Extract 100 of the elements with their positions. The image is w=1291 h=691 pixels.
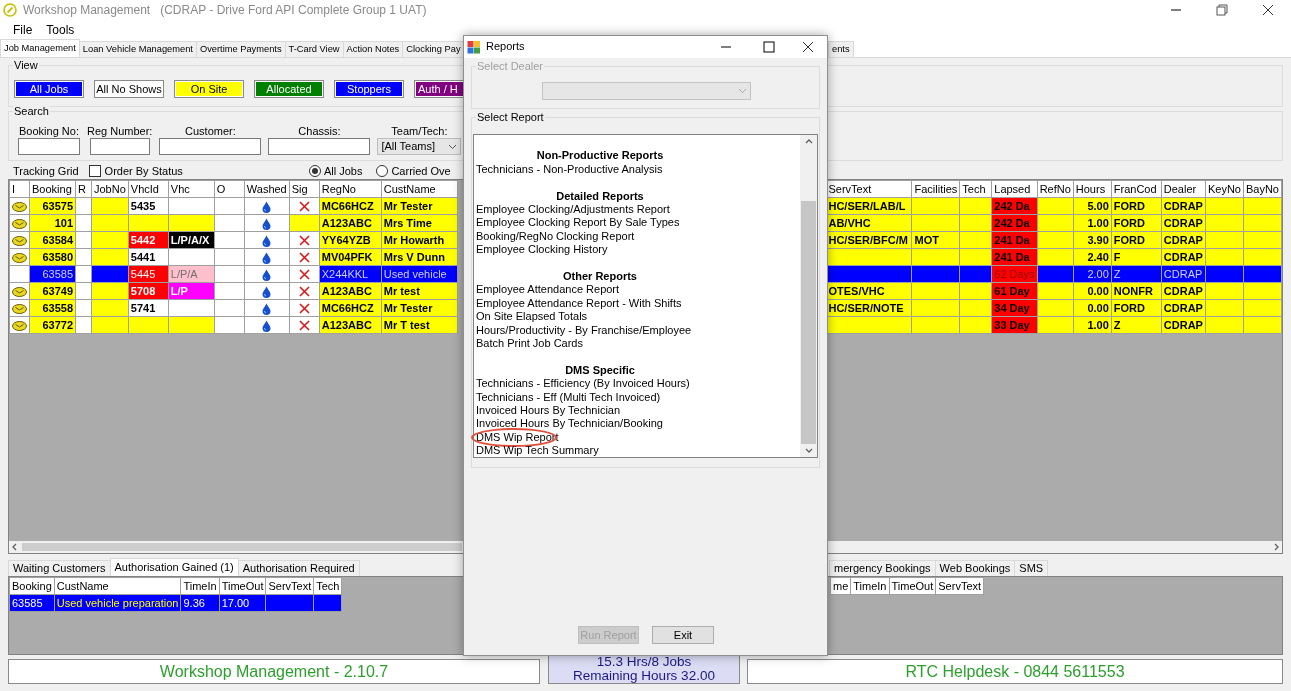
radio-button[interactable]	[308, 165, 321, 178]
radio-button[interactable]	[376, 165, 389, 178]
report-item[interactable]: Employee Clocking/Adjustments Report	[476, 203, 670, 215]
chevron-down-icon	[448, 143, 458, 150]
search-field[interactable]	[268, 138, 371, 156]
column-header[interactable]: ServText	[265, 577, 314, 595]
column-header[interactable]: me	[830, 577, 851, 595]
helpdesk-text: RTC Helpdesk - 0844 5611553	[905, 662, 1125, 682]
report-item[interactable]: Hours/Productivity - By Franchise/Employee	[476, 323, 692, 336]
column-header[interactable]: Vhc	[168, 180, 215, 198]
envelope-icon	[12, 218, 27, 229]
tab[interactable]: Job Management	[0, 39, 80, 57]
column-header[interactable]: Booking	[29, 180, 76, 198]
tab[interactable]: Clocking Pay	[402, 41, 465, 57]
section-heading: DMS Specific	[564, 363, 636, 378]
search-field[interactable]	[18, 138, 80, 156]
tab[interactable]: SMS	[1014, 560, 1049, 577]
report-item[interactable]: Invoiced Hours By Technician/Booking	[476, 417, 663, 430]
checkbox[interactable]	[88, 165, 101, 178]
cross-icon	[298, 286, 310, 298]
column-header[interactable]: RegNo	[319, 180, 382, 198]
team-select[interactable]: [All Teams]	[377, 138, 462, 156]
column-header[interactable]: I	[9, 180, 30, 198]
column-header[interactable]: O	[214, 180, 245, 198]
tab[interactable]: Overtime Payments	[195, 41, 286, 57]
envelope-icon	[12, 235, 27, 246]
cross-icon	[298, 235, 310, 247]
tab[interactable]: mergency Bookings	[829, 560, 936, 577]
column-header[interactable]: KeyNo	[1205, 180, 1244, 198]
cross-icon	[298, 303, 310, 315]
filter-button[interactable]: Allocated	[254, 80, 324, 99]
column-header[interactable]: Booking	[9, 577, 55, 595]
report-item[interactable]: Invoiced Hours By Technician	[476, 404, 621, 417]
tab[interactable]: ents	[828, 41, 854, 57]
report-item[interactable]: Employee Attendance Report - With Shifts	[476, 296, 682, 309]
filter-button[interactable]: All Jobs	[14, 80, 84, 99]
column-header[interactable]: TimeOut	[889, 577, 936, 595]
report-item[interactable]: Booking/RegNo Clocking Report	[476, 229, 635, 242]
drop-icon	[262, 234, 272, 247]
column-header[interactable]: JobNo	[91, 180, 129, 198]
tab[interactable]: T-Card View	[284, 41, 344, 57]
report-icon	[467, 40, 481, 54]
search-field[interactable]	[159, 138, 262, 156]
tab[interactable]: Loan Vehicle Management	[78, 41, 197, 57]
envelope-icon	[12, 320, 27, 331]
dialog-button[interactable]: Exit	[652, 626, 714, 644]
column-header[interactable]: CustName	[54, 577, 181, 595]
window-title: Workshop Management (CDRAP - Drive Ford API Complete Group 1 UAT)	[23, 2, 427, 18]
report-item[interactable]: Employee Clocking History	[476, 243, 608, 256]
hours-text: 15.3 Hrs/8 Jobs	[596, 654, 692, 669]
column-header[interactable]: RefNo	[1037, 180, 1074, 198]
menu-item[interactable]: File	[6, 22, 40, 38]
report-item[interactable]: On Site Elapsed Totals	[476, 310, 588, 323]
report-item[interactable]: Technicians - Efficiency (By Invoiced Hours)	[476, 377, 690, 390]
report-item[interactable]: Batch Print Job Cards	[476, 337, 583, 350]
field-label: Chassis:	[298, 125, 341, 139]
column-header[interactable]: Facilities	[911, 180, 960, 198]
column-header[interactable]: Dealer	[1161, 180, 1206, 198]
column-header[interactable]: TimeIn	[850, 577, 889, 595]
field-label: Booking No:	[19, 125, 79, 139]
drop-icon	[262, 285, 272, 298]
report-item[interactable]: Employee Attendance Report	[476, 283, 620, 296]
report-item[interactable]: Technicians - Non-Productive Analysis	[476, 162, 663, 175]
filter-button[interactable]: Stoppers	[334, 80, 404, 99]
column-header[interactable]: Tech	[313, 577, 342, 595]
column-header[interactable]: Washed	[244, 180, 290, 198]
column-header[interactable]: ServText	[825, 180, 912, 198]
tab[interactable]: Action Notes	[342, 41, 404, 57]
cross-icon	[298, 201, 310, 213]
column-header[interactable]: BayNo	[1243, 180, 1282, 198]
section-heading: Detailed Reports	[555, 189, 645, 203]
column-header[interactable]: FranCod	[1111, 180, 1162, 198]
column-header[interactable]: Sig	[289, 180, 320, 198]
report-item[interactable]: Technicians - Eff (Multi Tech Invoiced)	[476, 390, 661, 403]
column-header[interactable]: ServText	[935, 577, 984, 595]
filter-button[interactable]: All No Shows	[94, 80, 164, 99]
column-header[interactable]: Tech	[959, 180, 992, 198]
column-header[interactable]: Hours	[1073, 180, 1112, 198]
section-heading: Other Reports	[562, 270, 638, 284]
cross-icon	[298, 320, 310, 332]
tab[interactable]: Waiting Customers	[8, 560, 111, 577]
vertical-scrollbar[interactable]	[800, 135, 817, 458]
group-title: Select Report	[476, 111, 545, 125]
cross-icon	[298, 252, 310, 264]
search-field[interactable]	[89, 138, 150, 156]
filter-button[interactable]: On Site	[174, 80, 244, 99]
tab[interactable]: Web Bookings	[934, 560, 1016, 577]
column-header[interactable]: Lapsed	[991, 180, 1038, 198]
column-header[interactable]: CustName	[381, 180, 458, 198]
report-item[interactable]: DMS Wip Tech Summary	[476, 444, 599, 457]
tab[interactable]: Authorisation Required	[237, 560, 360, 577]
drop-icon	[262, 319, 272, 332]
column-header[interactable]: VhcId	[128, 180, 169, 198]
grid-title: Tracking Grid	[13, 164, 79, 178]
radio-label: All Jobs	[323, 164, 363, 178]
tab[interactable]: Authorisation Gained (1)	[109, 558, 239, 577]
column-header[interactable]: TimeIn	[180, 577, 220, 595]
menu-item[interactable]: Tools	[39, 22, 82, 38]
column-header[interactable]: TimeOut	[219, 577, 266, 595]
report-item[interactable]: Employee Clocking Report By Sale Types	[476, 216, 680, 229]
